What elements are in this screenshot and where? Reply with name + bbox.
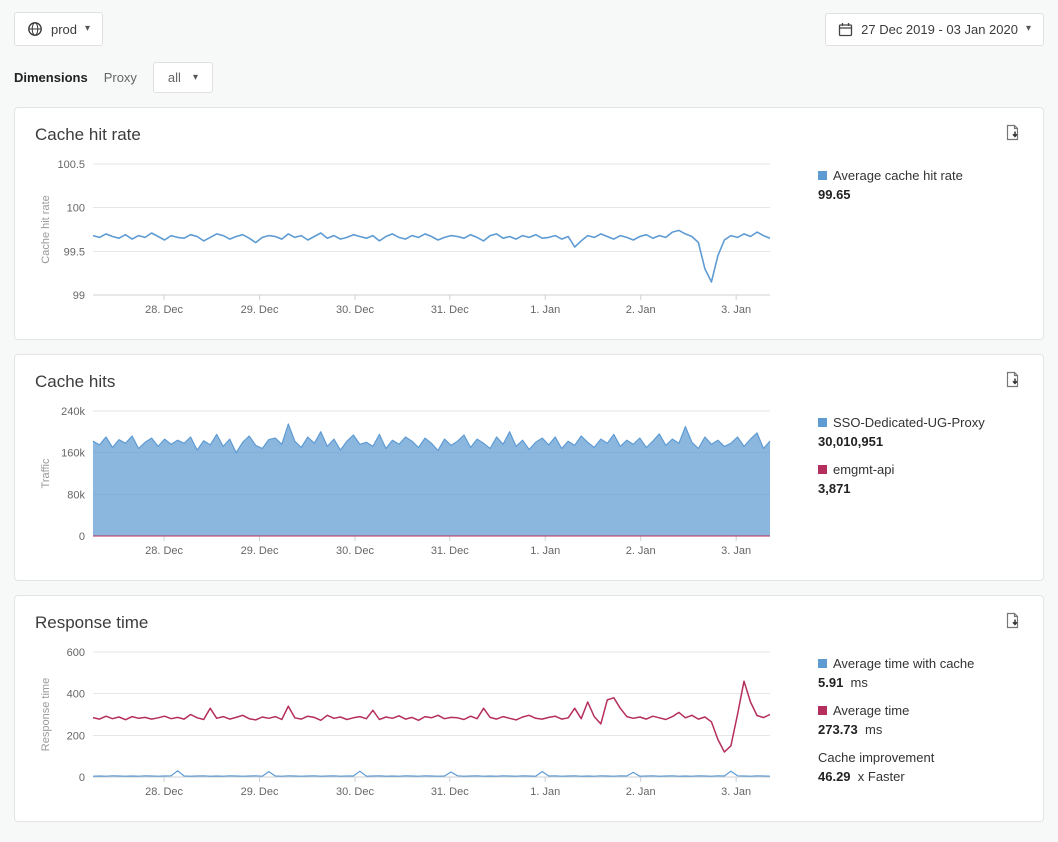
date-range-picker[interactable]: 27 Dec 2019 - 03 Jan 2020 ▾	[825, 13, 1044, 46]
card-title: Cache hits	[35, 369, 115, 395]
cache-hit-rate-card: Cache hit rate 99 99.5 100 100.5 28. Dec 29. …	[14, 107, 1044, 340]
legend-label: Cache improvement	[818, 750, 934, 765]
chevron-down-icon: ▾	[193, 73, 198, 83]
legend-label: emgmt-api	[833, 462, 894, 477]
legend-item[interactable]: Average time with cache 5.91 ms	[818, 656, 1023, 690]
svg-text:100: 100	[67, 203, 85, 215]
legend-item[interactable]: emgmt-api 3,871	[818, 462, 1023, 496]
svg-text:30. Dec: 30. Dec	[336, 786, 374, 798]
environment-label: prod	[51, 22, 77, 37]
globe-icon	[27, 21, 43, 37]
svg-text:200: 200	[67, 730, 85, 742]
card-head: Cache hit rate	[35, 122, 1023, 148]
report-download-icon	[1004, 617, 1021, 632]
cache-hits-card: Cache hits 0 80k 160k 240k 28. Dec 29. Dec 30.…	[14, 354, 1044, 581]
svg-text:2. Jan: 2. Jan	[626, 304, 656, 316]
chart-legend: SSO-Dedicated-UG-Proxy 30,010,951 emgmt-ap…	[780, 403, 1023, 568]
legend-swatch	[818, 465, 827, 474]
response-time-chart[interactable]: 0 200 400 600 28. Dec 29. Dec 30. Dec 31. Dec 1.…	[35, 644, 780, 809]
legend-swatch	[818, 418, 827, 427]
svg-text:29. Dec: 29. Dec	[241, 304, 279, 316]
legend-value: 3,871	[818, 481, 1023, 496]
export-report-button[interactable]	[1002, 610, 1023, 634]
legend-item[interactable]: SSO-Dedicated-UG-Proxy 30,010,951	[818, 415, 1023, 449]
card-title: Cache hit rate	[35, 122, 141, 148]
card-head: Cache hits	[35, 369, 1023, 395]
analytics-dashboard: prod ▾ 27 Dec 2019 - 03 Jan 2020 ▾ Dimen…	[0, 0, 1058, 842]
legend-value: 46.29 x Faster	[818, 769, 1023, 784]
report-download-icon	[1004, 129, 1021, 144]
chevron-down-icon: ▾	[1026, 24, 1031, 34]
svg-text:29. Dec: 29. Dec	[241, 545, 279, 557]
cache-hit-rate-chart[interactable]: 99 99.5 100 100.5 28. Dec 29. Dec 30. Dec 31. D…	[35, 156, 780, 327]
svg-text:28. Dec: 28. Dec	[145, 304, 183, 316]
svg-text:Cache hit rate: Cache hit rate	[40, 195, 52, 263]
svg-text:99: 99	[73, 290, 85, 302]
card-body: 99 99.5 100 100.5 28. Dec 29. Dec 30. Dec 31. D…	[35, 156, 1023, 327]
svg-text:1. Jan: 1. Jan	[530, 304, 560, 316]
card-body: 0 80k 160k 240k 28. Dec 29. Dec 30. Dec 31. Dec…	[35, 403, 1023, 568]
svg-text:3. Jan: 3. Jan	[721, 786, 751, 798]
legend-swatch	[818, 706, 827, 715]
cache-hits-chart[interactable]: 0 80k 160k 240k 28. Dec 29. Dec 30. Dec 31. Dec…	[35, 403, 780, 568]
topbar: prod ▾ 27 Dec 2019 - 03 Jan 2020 ▾	[14, 12, 1044, 46]
proxy-filter-select[interactable]: all ▾	[153, 62, 213, 93]
svg-text:160k: 160k	[61, 448, 85, 460]
legend-value: 30,010,951	[818, 434, 1023, 449]
svg-text:31. Dec: 31. Dec	[431, 304, 469, 316]
svg-text:99.5: 99.5	[64, 246, 85, 258]
legend-value: 273.73 ms	[818, 722, 1023, 737]
legend-label: Average time	[833, 703, 909, 718]
legend-swatch	[818, 171, 827, 180]
legend-label: Average cache hit rate	[833, 168, 963, 183]
svg-text:240k: 240k	[61, 406, 85, 418]
export-report-button[interactable]	[1002, 369, 1023, 393]
svg-text:400: 400	[67, 689, 85, 701]
card-head: Response time	[35, 610, 1023, 636]
legend-value: 99.65	[818, 187, 1023, 202]
svg-text:2. Jan: 2. Jan	[626, 786, 656, 798]
chart-legend: Average time with cache5.91 msAverage ti…	[780, 644, 1023, 809]
svg-text:28. Dec: 28. Dec	[145, 545, 183, 557]
proxy-label: Proxy	[104, 70, 137, 85]
svg-text:Traffic: Traffic	[40, 458, 52, 488]
legend-item: Cache improvement 46.29 x Faster	[818, 750, 1023, 784]
svg-text:31. Dec: 31. Dec	[431, 545, 469, 557]
response-time-card: Response time 0 200 400 600 28. Dec 29. Dec 30…	[14, 595, 1044, 822]
svg-text:30. Dec: 30. Dec	[336, 304, 374, 316]
chevron-down-icon: ▾	[85, 24, 90, 34]
svg-text:Response time: Response time	[40, 678, 52, 751]
legend-label: SSO-Dedicated-UG-Proxy	[833, 415, 985, 430]
svg-text:80k: 80k	[67, 489, 85, 501]
svg-text:0: 0	[79, 772, 85, 784]
svg-text:29. Dec: 29. Dec	[241, 786, 279, 798]
dimensions-filter-row: Dimensions Proxy all ▾	[14, 62, 1044, 93]
svg-text:2. Jan: 2. Jan	[626, 545, 656, 557]
svg-text:100.5: 100.5	[57, 159, 85, 171]
chart-legend: Average cache hit rate 99.65	[780, 156, 1023, 327]
legend-value: 5.91 ms	[818, 675, 1023, 690]
svg-text:28. Dec: 28. Dec	[145, 786, 183, 798]
svg-text:3. Jan: 3. Jan	[721, 304, 751, 316]
legend-item[interactable]: Average time 273.73 ms	[818, 703, 1023, 737]
report-download-icon	[1004, 376, 1021, 391]
card-title: Response time	[35, 610, 148, 636]
date-range-label: 27 Dec 2019 - 03 Jan 2020	[861, 22, 1018, 37]
svg-text:30. Dec: 30. Dec	[336, 545, 374, 557]
svg-text:31. Dec: 31. Dec	[431, 786, 469, 798]
legend-swatch	[818, 659, 827, 668]
calendar-icon	[838, 22, 853, 37]
proxy-filter-value: all	[168, 70, 181, 85]
svg-text:3. Jan: 3. Jan	[721, 545, 751, 557]
svg-text:0: 0	[79, 531, 85, 543]
card-body: 0 200 400 600 28. Dec 29. Dec 30. Dec 31. Dec 1.…	[35, 644, 1023, 809]
svg-text:1. Jan: 1. Jan	[530, 545, 560, 557]
dimensions-label: Dimensions	[14, 70, 88, 85]
legend-label: Average time with cache	[833, 656, 974, 671]
svg-text:600: 600	[67, 647, 85, 659]
svg-text:1. Jan: 1. Jan	[530, 786, 560, 798]
export-report-button[interactable]	[1002, 122, 1023, 146]
legend-item[interactable]: Average cache hit rate 99.65	[818, 168, 1023, 202]
environment-selector[interactable]: prod ▾	[14, 12, 103, 46]
